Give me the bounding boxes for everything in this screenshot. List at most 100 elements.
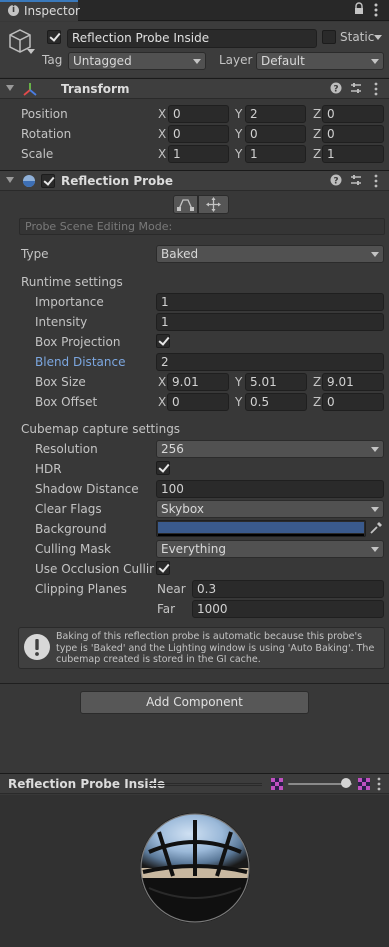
chevron-down-icon — [371, 447, 379, 452]
static-checkbox[interactable] — [322, 30, 336, 44]
rotation-y-field[interactable]: 0 — [245, 125, 306, 143]
box-offset-y-field[interactable]: 0.5 — [245, 393, 307, 411]
reflection-probe-header[interactable]: Reflection Probe ? — [0, 170, 389, 191]
info-exclamation-icon — [23, 633, 51, 664]
scale-label: Scale — [21, 147, 54, 161]
help-icon[interactable]: ? — [330, 174, 342, 188]
lock-icon[interactable] — [354, 2, 364, 14]
edit-bounds-button[interactable] — [173, 195, 198, 214]
checker-icon[interactable] — [271, 778, 283, 793]
tag-dropdown[interactable]: Untagged — [68, 52, 206, 70]
object-name-field[interactable]: Reflection Probe Inside — [67, 29, 317, 48]
position-label: Position — [21, 107, 68, 121]
rotation-z-field[interactable]: 0 — [322, 125, 384, 143]
rotation-label: Rotation — [21, 127, 72, 141]
type-dropdown[interactable]: Baked — [156, 245, 384, 263]
tag-value: Untagged — [73, 54, 132, 68]
drag-handle[interactable] — [148, 783, 262, 786]
alpha-bar — [158, 534, 364, 536]
culling-mask-label: Culling Mask — [35, 542, 111, 556]
clear-flags-dropdown[interactable]: Skybox — [156, 500, 384, 518]
preview-header: Reflection Probe Inside — [0, 773, 389, 794]
box-size-z-field[interactable]: 9.01 — [322, 373, 384, 391]
box-projection-label: Box Projection — [35, 335, 121, 349]
far-label: Far — [157, 602, 176, 616]
more-options-icon[interactable] — [374, 3, 378, 17]
preset-icon[interactable] — [350, 82, 362, 96]
layer-value: Default — [261, 54, 305, 68]
box-size-x-field[interactable]: 9.01 — [167, 373, 229, 391]
position-x-field[interactable]: 0 — [168, 105, 229, 123]
rotation-z-axis: Z — [313, 127, 322, 141]
rotation-y-axis: Y — [235, 127, 243, 141]
editing-mode-label: Probe Scene Editing Mode: — [25, 220, 173, 233]
tag-label: Tag — [42, 53, 63, 67]
add-component-button[interactable]: Add Component — [80, 691, 309, 714]
more-options-icon[interactable] — [377, 777, 381, 794]
transform-header[interactable]: Transform ? — [0, 78, 389, 99]
blend-distance-field[interactable]: 2 — [156, 353, 384, 371]
hdr-checkbox[interactable] — [156, 461, 170, 475]
intensity-field[interactable]: 1 — [156, 313, 384, 331]
svg-text:?: ? — [333, 177, 338, 187]
scale-y-field[interactable]: 1 — [245, 145, 306, 163]
more-options-icon[interactable] — [370, 174, 382, 188]
position-y-axis: Y — [235, 107, 243, 121]
shadow-distance-label: Shadow Distance — [35, 482, 139, 496]
box-size-x-axis: X — [158, 375, 167, 389]
background-color-swatch[interactable] — [156, 520, 366, 537]
transform-title: Transform — [61, 82, 130, 96]
culling-mask-dropdown[interactable]: Everything — [156, 540, 384, 558]
mip-slider-thumb[interactable] — [341, 778, 351, 788]
rotation-x-field[interactable]: 0 — [168, 125, 229, 143]
edit-origin-button[interactable] — [198, 195, 229, 214]
scale-x-axis: X — [158, 147, 167, 161]
static-dropdown-arrow[interactable] — [374, 35, 382, 40]
color-fill — [158, 522, 364, 533]
occlusion-culling-label: Use Occlusion Culling — [35, 562, 154, 576]
help-icon[interactable]: ? — [330, 82, 342, 96]
box-size-y-axis: Y — [235, 375, 243, 389]
tab-label: Inspector — [24, 4, 80, 18]
gameobject-cube-icon — [8, 28, 34, 59]
resolution-dropdown[interactable]: 256 — [156, 440, 384, 458]
position-y-field[interactable]: 2 — [245, 105, 306, 123]
clipping-planes-label: Clipping Planes — [35, 582, 127, 596]
transform-axis-icon — [22, 82, 38, 100]
box-projection-checkbox[interactable] — [156, 334, 170, 348]
type-value: Baked — [161, 247, 199, 261]
foldout-arrow-icon[interactable] — [6, 85, 14, 91]
blend-distance-label: Blend Distance — [35, 355, 126, 369]
svg-text:?: ? — [333, 85, 338, 95]
box-size-y-field[interactable]: 5.01 — [245, 373, 307, 391]
runtime-settings-header: Runtime settings — [21, 275, 123, 289]
foldout-arrow-icon[interactable] — [6, 177, 14, 183]
shadow-distance-field[interactable]: 100 — [156, 480, 384, 498]
probe-sphere-preview[interactable] — [139, 812, 251, 927]
chevron-down-icon — [371, 59, 379, 64]
position-x-axis: X — [158, 107, 167, 121]
scale-x-field[interactable]: 1 — [168, 145, 229, 163]
editing-mode-bar: Probe Scene Editing Mode: — [19, 218, 385, 235]
more-options-icon[interactable] — [370, 82, 382, 96]
importance-field[interactable]: 1 — [156, 293, 384, 311]
tab-inspector[interactable]: i Inspector — [0, 0, 80, 21]
icon-dropdown-arrow[interactable] — [27, 49, 35, 54]
position-z-field[interactable]: 0 — [322, 105, 384, 123]
far-field[interactable]: 1000 — [192, 600, 384, 618]
component-enabled-checkbox[interactable] — [41, 174, 55, 188]
box-offset-label: Box Offset — [35, 395, 98, 409]
occlusion-culling-checkbox[interactable] — [156, 561, 170, 575]
box-offset-x-field[interactable]: 0 — [167, 393, 229, 411]
info-help-box: Baking of this reflection probe is autom… — [18, 627, 385, 669]
preset-icon[interactable] — [350, 174, 362, 188]
scale-z-field[interactable]: 1 — [322, 145, 384, 163]
eyedropper-icon[interactable] — [369, 521, 383, 538]
box-offset-z-field[interactable]: 0 — [322, 393, 384, 411]
position-z-axis: Z — [313, 107, 322, 121]
layer-dropdown[interactable]: Default — [256, 52, 384, 70]
near-field[interactable]: 0.3 — [192, 580, 384, 598]
checker-icon[interactable] — [358, 778, 370, 793]
active-checkbox[interactable] — [47, 30, 61, 44]
layer-label: Layer — [219, 53, 253, 67]
